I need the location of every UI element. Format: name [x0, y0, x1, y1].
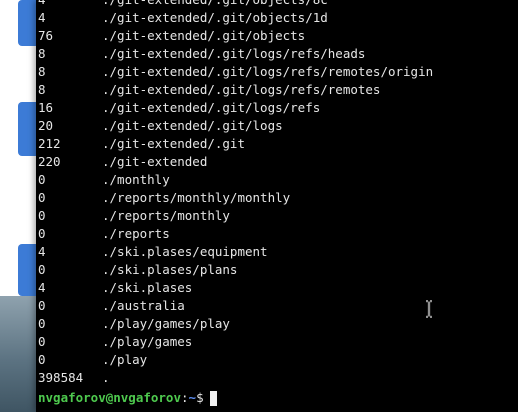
du-size: 0: [38, 226, 46, 241]
terminal-line: 4 ./ski.plases: [38, 279, 433, 297]
du-size: 8: [38, 64, 46, 79]
terminal-line: 0 ./reports/monthly: [38, 207, 433, 225]
du-path: ./monthly: [102, 172, 170, 187]
background-window[interactable]: [0, 244, 37, 296]
du-path: ./reports: [102, 226, 170, 241]
window-accent: [18, 102, 36, 156]
terminal-line: 0 ./reports/monthly/monthly: [38, 189, 433, 207]
terminal-line: 0 ./australia: [38, 297, 433, 315]
du-path: ./git-extended/.git/logs: [102, 118, 283, 133]
terminal-line: 0 ./ski.plases/plans: [38, 261, 433, 279]
background-window[interactable]: [0, 102, 37, 156]
du-path: ./reports/monthly/monthly: [102, 190, 291, 205]
du-size: 20: [38, 118, 54, 133]
text-cursor: [209, 390, 217, 406]
du-size: 16: [38, 100, 54, 115]
du-size: 0: [38, 352, 46, 367]
du-size: 8: [38, 46, 46, 61]
du-path: ./ski.plases/equipment: [102, 244, 268, 259]
terminal-line: 220 ./git-extended: [38, 153, 433, 171]
du-path: ./git-extended/.git/logs/refs/heads: [102, 46, 366, 61]
du-size: 0: [38, 208, 46, 223]
du-path: ./git-extended/.git: [102, 136, 245, 151]
terminal-line: 0 ./monthly: [38, 171, 433, 189]
terminal-line: 8 ./git-extended/.git/logs/refs/remotes: [38, 81, 433, 99]
du-path: ./git-extended/.git/logs/refs/remotes: [102, 82, 381, 97]
du-size: 0: [38, 316, 46, 331]
du-path: ./git-extended/.git/logs/refs: [102, 100, 321, 115]
du-path: ./git-extended/.git/objects/8c: [102, 0, 328, 9]
du-size: 4: [38, 0, 102, 9]
terminal-line: 4./git-extended/.git/objects/8c: [38, 0, 433, 9]
background-window[interactable]: [0, 0, 37, 46]
terminal-line: 0 ./reports: [38, 225, 433, 243]
desktop: 4./git-extended/.git/objects/8c4./git-ex…: [0, 0, 518, 412]
prompt-symbol: $: [196, 390, 204, 405]
terminal-line: 16 ./git-extended/.git/logs/refs: [38, 99, 433, 117]
command-prompt[interactable]: nvgaforov@nvgaforov: ~ $: [38, 389, 217, 407]
du-size: 220: [38, 154, 61, 169]
prompt-cwd: ~: [188, 390, 197, 405]
du-path: ./play/games/play: [102, 316, 230, 331]
terminal-line: 0 ./play: [38, 351, 433, 369]
du-size: 398584: [38, 370, 84, 385]
desktop-wallpaper: [0, 296, 36, 412]
du-path: ./reports/monthly: [102, 208, 230, 223]
du-path: .: [102, 370, 110, 385]
terminal-window[interactable]: 4./git-extended/.git/objects/8c4./git-ex…: [36, 0, 518, 412]
du-path: ./git-extended/.git/objects/1d: [102, 10, 328, 25]
du-size: 0: [38, 334, 46, 349]
prompt-user-host: nvgaforov@nvgaforov: [38, 390, 181, 405]
terminal-line: 8 ./git-extended/.git/logs/refs/remotes/o…: [38, 63, 433, 81]
terminal-line: 4 ./git-extended/.git/objects/1d: [38, 9, 433, 27]
du-size: 212: [38, 136, 61, 151]
du-size: 4: [38, 10, 46, 25]
du-path: ./play/games: [102, 334, 193, 349]
du-path: ./ski.plases/plans: [102, 262, 238, 277]
window-accent: [18, 244, 36, 296]
du-size: 76: [38, 28, 54, 43]
terminal-line: 8 ./git-extended/.git/logs/refs/heads: [38, 45, 433, 63]
du-path: ./git-extended/.git/logs/refs/remotes/or…: [102, 64, 434, 79]
ibeam-cursor-icon: [426, 300, 432, 318]
terminal-line: 398584.: [38, 369, 433, 387]
du-path: ./git-extended/.git/objects: [102, 28, 306, 43]
du-size: 8: [38, 82, 46, 97]
du-path: ./australia: [102, 298, 185, 313]
du-size: 4: [38, 280, 46, 295]
terminal-line: 0 ./play/games: [38, 333, 433, 351]
terminal-line: 4 ./ski.plases/equipment: [38, 243, 433, 261]
du-size: 0: [38, 298, 46, 313]
du-size: 0: [38, 172, 46, 187]
terminal-line: 20 ./git-extended/.git/logs: [38, 117, 433, 135]
terminal-output: 4./git-extended/.git/objects/8c4./git-ex…: [38, 0, 433, 387]
du-size: 4: [38, 244, 46, 259]
du-path: ./git-extended: [102, 154, 208, 169]
terminal-line: 0 ./play/games/play: [38, 315, 433, 333]
window-accent: [18, 0, 36, 46]
du-path: ./play: [102, 352, 148, 367]
terminal-line: 212 ./git-extended/.git: [38, 135, 433, 153]
terminal-line: 76 ./git-extended/.git/objects: [38, 27, 433, 45]
du-path: ./ski.plases: [102, 280, 193, 295]
prompt-separator: :: [181, 390, 189, 405]
du-size: 0: [38, 190, 46, 205]
du-size: 0: [38, 262, 46, 277]
